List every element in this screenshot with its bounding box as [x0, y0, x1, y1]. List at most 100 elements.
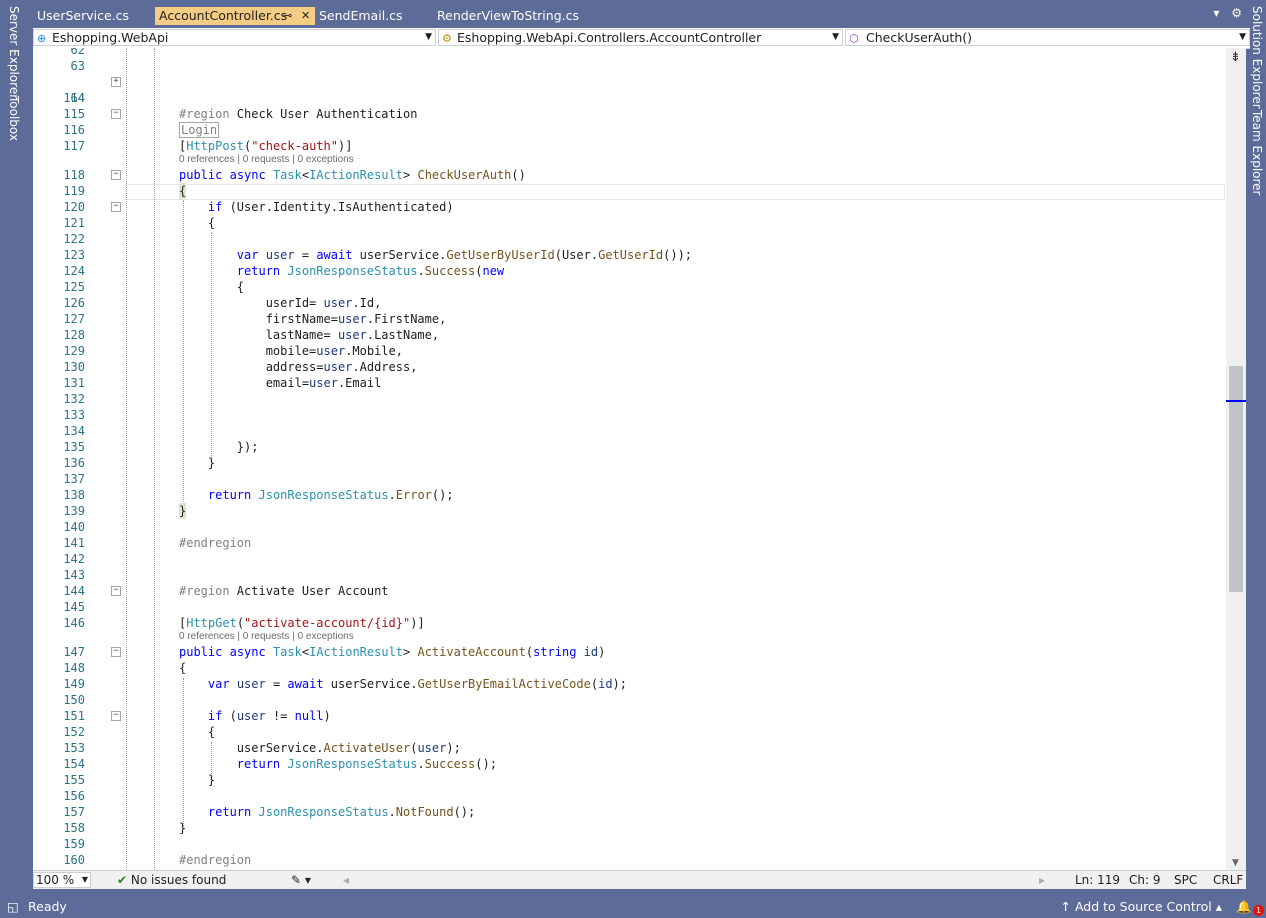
team-explorer-tab[interactable]: Team Explorer [1250, 110, 1264, 196]
code-text: userService.ActivateUser(user); [179, 741, 461, 755]
line-number: 127 [63, 312, 85, 326]
tab-renderviewtostring[interactable]: RenderViewToString.cs [433, 7, 599, 25]
code-text: return JsonResponseStatus.Success(); [236, 757, 497, 771]
code-cleanup-icon[interactable]: ✎ ▾ [291, 871, 311, 889]
issues-indicator[interactable]: ✔ No issues found [117, 871, 226, 889]
code-line: 140 [33, 519, 1223, 535]
zoom-dropdown[interactable]: 100 % ▼ [33, 872, 91, 888]
code-text: public async Task<IActionResult> CheckUs… [179, 168, 526, 182]
code-text: return JsonResponseStatus.Success(new [236, 264, 505, 278]
line-number: 144 [63, 584, 85, 598]
tab-sendemail[interactable]: SendEmail.cs [315, 7, 433, 25]
split-window-icon[interactable]: ⇟ [1230, 50, 1241, 65]
code-text: } [179, 503, 187, 519]
line-number: 145 [63, 600, 85, 614]
vertical-scrollbar[interactable]: ⇟ ▼ [1226, 48, 1246, 870]
collapse-region-icon[interactable]: − [111, 586, 121, 596]
chevron-down-icon: ▼ [81, 875, 88, 884]
issues-label: No issues found [130, 873, 227, 887]
code-text: userId= user.Id, [179, 296, 382, 310]
code-line: 134 [33, 423, 1223, 439]
code-text: return JsonResponseStatus.Error(); [207, 488, 454, 502]
window-status-bar: ◱ Ready ↑ Add to Source Control ▴ 🔔 1 [0, 895, 1266, 918]
line-number: 139 [63, 504, 85, 518]
code-text: } [179, 773, 216, 787]
notifications-bell-icon[interactable]: 🔔 [1236, 895, 1252, 918]
line-number: 132 [63, 392, 85, 406]
zoom-value: 100 % [36, 873, 75, 887]
code-line: 121 { [33, 215, 1223, 231]
output-window-icon[interactable]: ◱ [7, 895, 19, 918]
project-dropdown[interactable]: ⊕ Eshopping.WebApi ▼ [33, 29, 436, 46]
code-text: }); [179, 440, 259, 454]
code-editor[interactable]: 62 63 64 + Login 114 115 − #region Check Us… [33, 48, 1226, 870]
tab-label: RenderViewToString.cs [437, 8, 579, 23]
close-icon[interactable]: ✕ [301, 7, 310, 25]
column-indicator[interactable]: Ch: 9 [1129, 871, 1160, 889]
spacing-indicator[interactable]: SPC [1174, 871, 1197, 889]
code-text: } [179, 821, 187, 835]
toolbox-tab[interactable]: Toolbox [7, 96, 21, 141]
code-line: 123 var user = await userService.GetUser… [33, 247, 1223, 263]
code-line: 152 { [33, 724, 1223, 740]
scroll-right-icon[interactable]: ▸ [1039, 871, 1045, 889]
codelens-activate-account[interactable]: 0 references | 0 requests | 0 exceptions [179, 631, 354, 643]
code-line: 128 lastName= user.LastName, [33, 327, 1223, 343]
line-number: 140 [63, 520, 85, 534]
solution-explorer-tab[interactable]: Solution Explorer [1250, 6, 1264, 109]
line-number: 159 [63, 837, 85, 851]
type-dropdown[interactable]: ⚙ Eshopping.WebApi.Controllers.AccountCo… [438, 29, 843, 46]
code-line: 159 [33, 836, 1223, 852]
code-line: 141 #endregion [33, 535, 1223, 551]
server-explorer-tab[interactable]: Server Explorer [7, 6, 21, 99]
line-number: 137 [63, 472, 85, 486]
expand-region-icon[interactable]: + [111, 77, 121, 87]
line-number: 136 [63, 456, 85, 470]
code-text: public async Task<IActionResult> Activat… [179, 645, 606, 659]
member-name: CheckUserAuth() [866, 30, 972, 45]
code-line: 147 − public async Task<IActionResult> Act… [33, 644, 1223, 660]
tab-label: UserService.cs [37, 8, 130, 23]
add-to-source-control-button[interactable]: ↑ Add to Source Control ▴ [1061, 895, 1223, 918]
code-line: 118 − public async Task<IActionResult> Che… [33, 167, 1223, 183]
type-name: Eshopping.WebApi.Controllers.AccountCont… [457, 30, 762, 45]
code-line: 143 [33, 567, 1223, 583]
code-line: 146 [HttpGet("activate-account/{id}")] [33, 615, 1223, 631]
code-text: { [179, 661, 187, 675]
line-number: 151 [63, 709, 85, 723]
code-line: 126 userId= user.Id, [33, 295, 1223, 311]
caret-position-marker [1226, 400, 1246, 402]
line-number: 125 [63, 280, 85, 294]
scroll-left-icon[interactable]: ◂ [343, 871, 349, 889]
line-number: 116 [63, 123, 85, 137]
tab-userservice[interactable]: UserService.cs [33, 7, 155, 25]
collapse-region-icon[interactable]: − [111, 202, 121, 212]
code-line: 154 return JsonResponseStatus.Success(); [33, 756, 1223, 772]
line-ending-indicator[interactable]: CRLF [1213, 871, 1243, 889]
scroll-down-icon[interactable]: ▼ [1232, 858, 1239, 868]
line-number: 114 [63, 91, 85, 105]
chevron-down-icon: ▼ [832, 32, 839, 42]
tab-overflow-dropdown-icon[interactable]: ▾ [1213, 6, 1219, 20]
line-number: 153 [63, 741, 85, 755]
line-number-indicator[interactable]: Ln: 119 [1075, 871, 1120, 889]
collapse-region-icon[interactable]: − [111, 109, 121, 119]
codelens-check-auth[interactable]: 0 references | 0 requests | 0 exceptions [179, 154, 354, 166]
code-text: if (user != null) [207, 709, 331, 723]
collapse-region-icon[interactable]: − [111, 711, 121, 721]
collapse-region-icon[interactable]: − [111, 647, 121, 657]
member-dropdown[interactable]: ⬡ CheckUserAuth() ▼ [845, 29, 1250, 46]
collapse-region-icon[interactable]: − [111, 170, 121, 180]
line-number: 149 [63, 677, 85, 691]
check-circle-icon: ✔ [117, 873, 128, 887]
line-number: 142 [63, 552, 85, 566]
code-line: 135 }); [33, 439, 1223, 455]
line-number: 130 [63, 360, 85, 374]
line-number: 156 [63, 789, 85, 803]
tab-accountcontroller[interactable]: AccountController.cs ⊸ ✕ [155, 7, 315, 25]
settings-gear-icon[interactable]: ⚙ [1231, 6, 1242, 20]
code-text: #endregion [179, 536, 252, 550]
line-number: 135 [63, 440, 85, 454]
pin-icon[interactable]: ⊸ [283, 7, 292, 25]
code-line: 150 [33, 692, 1223, 708]
